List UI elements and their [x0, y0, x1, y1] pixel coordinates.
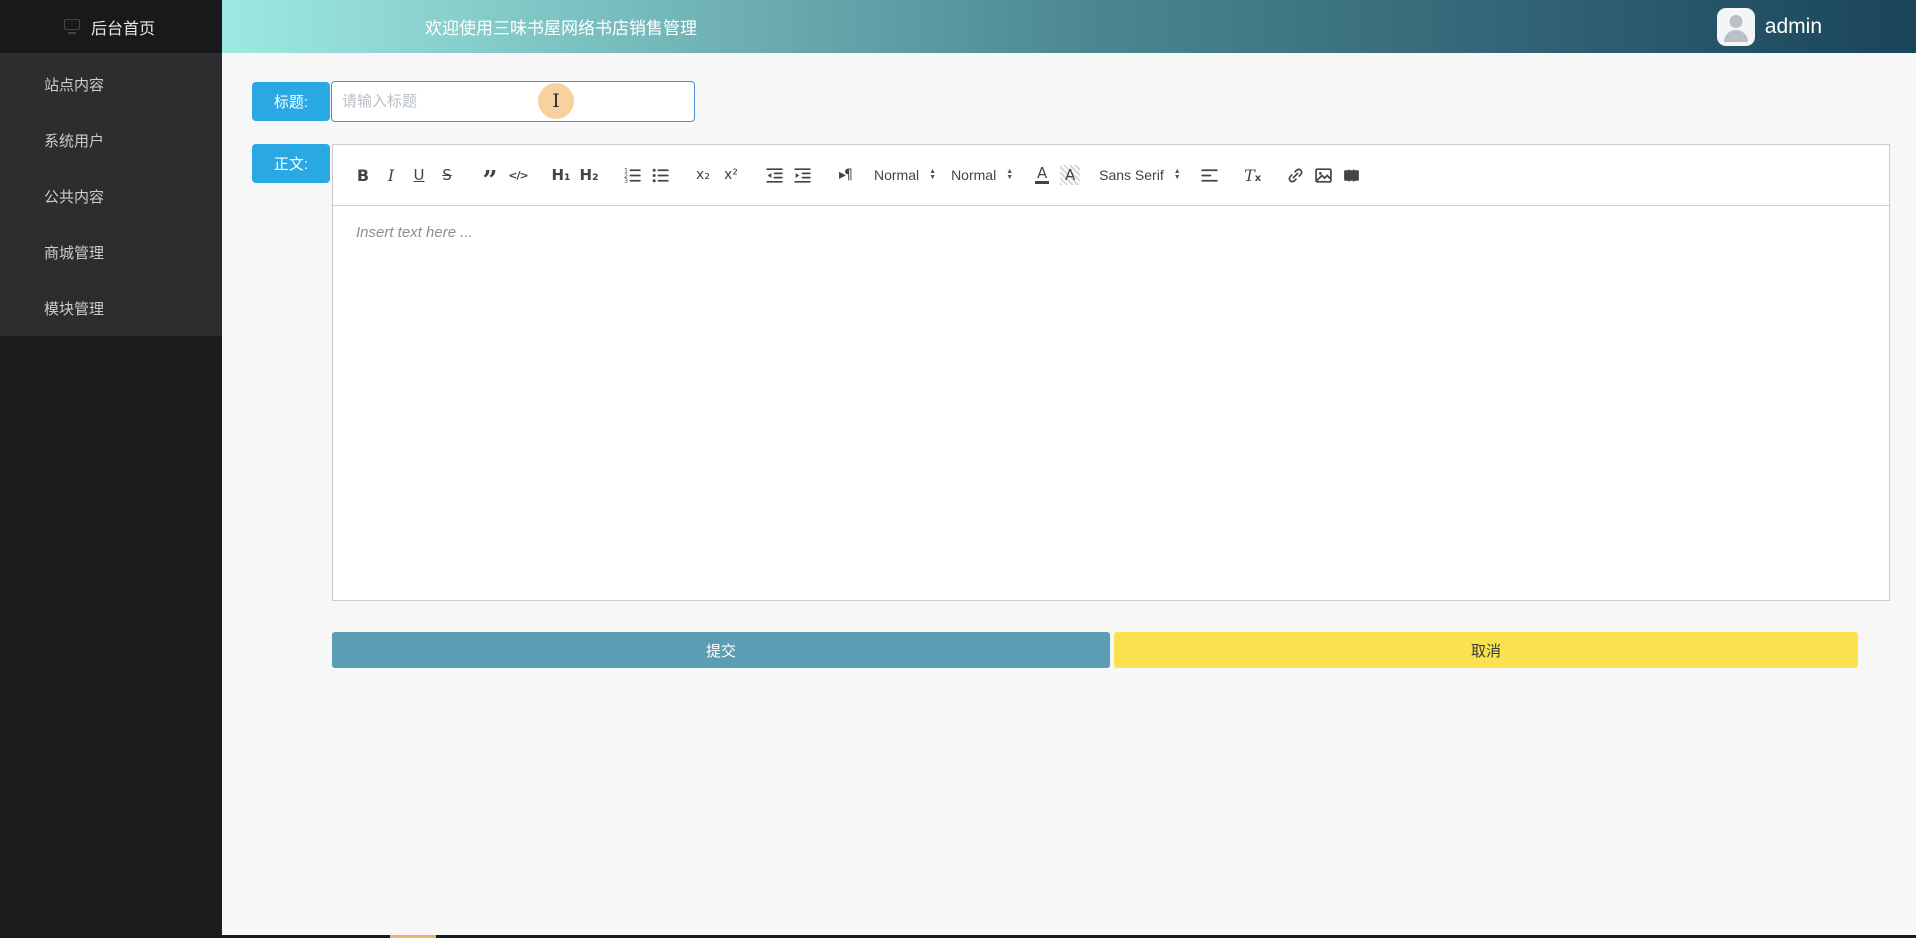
body-field-label: 正文:: [252, 144, 330, 183]
bold-button[interactable]: B: [349, 162, 377, 188]
align-button[interactable]: [1196, 162, 1224, 188]
svg-text:3: 3: [624, 178, 628, 185]
sidebar-item-public-content[interactable]: 公共内容: [0, 168, 222, 224]
text-direction-button[interactable]: ▸¶: [831, 162, 859, 188]
ordered-list-icon: 123: [624, 167, 641, 185]
sidebar-item-module-management[interactable]: 模块管理: [0, 280, 222, 336]
link-button[interactable]: [1282, 162, 1310, 188]
background-color-button[interactable]: A: [1056, 162, 1084, 188]
chevron-updown-icon: ▲ ▼: [1173, 168, 1181, 181]
sidebar-item-system-users[interactable]: 系统用户: [0, 112, 222, 168]
insert-image-button[interactable]: [1310, 162, 1338, 188]
outdent-icon: [765, 167, 783, 183]
main-content: 标题: I 正文: B I U S ” </> H₁ H: [222, 53, 1916, 938]
header-2-button[interactable]: H₂: [575, 162, 603, 188]
app-window: 后台首页 站点内容 系统用户 公共内容 商城管理 模块管理 欢迎使用三味书屋网络…: [0, 0, 1916, 938]
header-1-button[interactable]: H₁: [547, 162, 575, 188]
bullet-list-icon: [652, 168, 669, 182]
insert-video-button[interactable]: [1338, 162, 1366, 188]
clean-formatting-button[interactable]: Tx: [1239, 162, 1267, 188]
avatar: [1716, 7, 1755, 46]
editor-toolbar: B I U S ” </> H₁ H₂ 1 2 3 x₂ x² ▸¶ Norma…: [333, 145, 1889, 206]
text-color-icon: A: [1035, 163, 1050, 184]
font-dropdown[interactable]: Sans Serif ▲ ▼: [1099, 167, 1181, 183]
link-icon: [1288, 168, 1303, 182]
code-block-button[interactable]: </>: [504, 162, 532, 188]
form-actions: 提交 取消: [332, 632, 1858, 668]
user-menu[interactable]: admin: [1716, 0, 1822, 53]
sidebar-item-label: 商城管理: [44, 244, 105, 262]
sidebar-item-label: 站点内容: [44, 76, 105, 94]
sidebar: 后台首页 站点内容 系统用户 公共内容 商城管理 模块管理: [0, 0, 222, 938]
ordered-list-button[interactable]: 123: [618, 162, 646, 188]
sidebar-item-site-content[interactable]: 站点内容: [0, 56, 222, 112]
size-dropdown[interactable]: Normal ▲ ▼: [874, 167, 936, 183]
welcome-text: 欢迎使用三味书屋网络书店销售管理: [425, 19, 697, 38]
header-style-dropdown[interactable]: Normal ▲ ▼: [951, 167, 1013, 183]
subscript-button[interactable]: x₂: [689, 162, 717, 188]
image-icon: [1315, 167, 1332, 183]
sidebar-item-label: 公共内容: [44, 188, 105, 206]
sidebar-item-label: 模块管理: [44, 300, 105, 318]
outdent-button[interactable]: [760, 162, 788, 188]
header-dropdown-value: Normal: [951, 167, 997, 183]
chevron-updown-icon: ▲ ▼: [929, 168, 937, 181]
text-color-button[interactable]: A: [1028, 162, 1056, 188]
cancel-button[interactable]: 取消: [1114, 632, 1858, 668]
editor-text-area[interactable]: Insert text here ...: [333, 206, 1889, 600]
monitor-icon: [64, 19, 80, 34]
rich-text-editor: B I U S ” </> H₁ H₂ 1 2 3 x₂ x² ▸¶ Norma…: [332, 144, 1890, 601]
sidebar-item-label: 系统用户: [44, 132, 105, 150]
top-header: 欢迎使用三味书屋网络书店销售管理 admin: [222, 0, 1916, 53]
chevron-updown-icon: ▲ ▼: [1006, 168, 1014, 181]
title-input[interactable]: [331, 81, 695, 122]
superscript-button[interactable]: x²: [717, 162, 745, 188]
blockquote-button[interactable]: ”: [476, 162, 504, 194]
sidebar-menu: 站点内容 系统用户 公共内容 商城管理 模块管理: [0, 53, 222, 336]
video-icon: [1344, 168, 1360, 182]
submit-button[interactable]: 提交: [332, 632, 1110, 668]
bullet-list-button[interactable]: [646, 162, 674, 188]
indent-icon: [793, 167, 811, 183]
indent-button[interactable]: [788, 162, 816, 188]
sidebar-item-home[interactable]: 后台首页: [0, 0, 222, 53]
size-dropdown-value: Normal: [874, 167, 920, 183]
title-field-label: 标题:: [252, 82, 330, 121]
sidebar-item-mall-management[interactable]: 商城管理: [0, 224, 222, 280]
align-icon: [1201, 168, 1218, 182]
background-color-icon: A: [1060, 165, 1081, 185]
italic-button[interactable]: I: [377, 162, 405, 188]
sidebar-home-label: 后台首页: [91, 20, 156, 38]
underline-button[interactable]: U: [405, 162, 433, 188]
font-dropdown-value: Sans Serif: [1099, 167, 1164, 183]
strikethrough-button[interactable]: S: [433, 162, 461, 188]
editor-placeholder: Insert text here ...: [356, 224, 473, 241]
username-label: admin: [1764, 14, 1822, 38]
